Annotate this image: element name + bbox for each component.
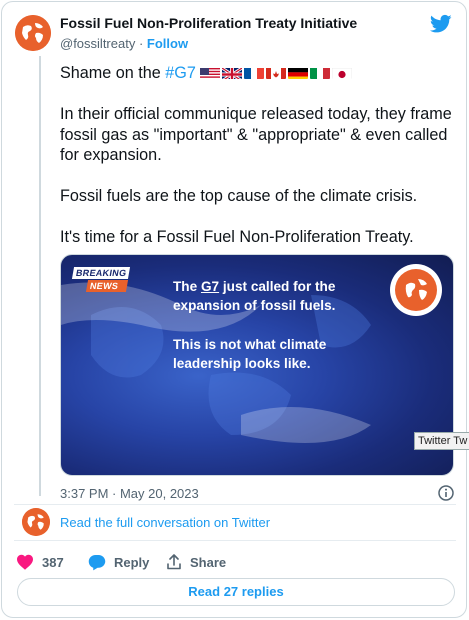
embedded-tweet-card: Fossil Fuel Non-Proliferation Treaty Ini… bbox=[1, 1, 469, 618]
reply-button[interactable]: Reply bbox=[88, 552, 149, 572]
heart-icon bbox=[17, 554, 33, 570]
tweet-line1-prefix: Shame on the bbox=[60, 64, 166, 82]
share-icon bbox=[167, 554, 181, 570]
author-avatar[interactable] bbox=[15, 15, 51, 51]
tweet-line-1: Shame on the #G7 bbox=[60, 63, 452, 84]
share-label: Share bbox=[190, 554, 227, 570]
twitter-bird-icon[interactable] bbox=[430, 14, 452, 34]
reply-label: Reply bbox=[114, 554, 150, 570]
author-meta: @fossiltreaty · Follow bbox=[60, 35, 420, 53]
news-label: NEWS bbox=[85, 280, 129, 292]
globe-logo-icon bbox=[15, 15, 51, 51]
japan-flag-icon bbox=[332, 66, 353, 79]
author-block: Fossil Fuel Non-Proliferation Treaty Ini… bbox=[60, 14, 420, 53]
share-button[interactable]: Share bbox=[166, 552, 226, 572]
author-handle[interactable]: @fossiltreaty bbox=[60, 36, 135, 51]
media-headline: The G7 just called for the expansion of … bbox=[173, 277, 383, 315]
media-headline-prefix: The bbox=[173, 279, 201, 294]
author-name[interactable]: Fossil Fuel Non-Proliferation Treaty Ini… bbox=[60, 14, 420, 32]
us-flag-icon bbox=[200, 66, 221, 79]
conversation-avatar bbox=[22, 508, 50, 536]
tweet-paragraph-2: In their official communique released to… bbox=[60, 105, 452, 164]
hashtag-g7[interactable]: #G7 bbox=[165, 64, 196, 82]
read-replies-button[interactable]: Read 27 replies bbox=[17, 578, 455, 606]
read-conversation-link[interactable]: Read the full conversation on Twitter bbox=[60, 515, 270, 530]
tweet-timestamp[interactable]: 3:37 PM · May 20, 2023 bbox=[60, 486, 199, 501]
like-button[interactable]: 387 bbox=[16, 552, 64, 572]
media-subline: This is not what climate leadership look… bbox=[173, 337, 327, 371]
media-headline-g7: G7 bbox=[200, 279, 220, 294]
divider bbox=[14, 540, 456, 541]
browser-tooltip: Twitter Tw bbox=[414, 432, 469, 450]
follow-button[interactable]: Follow bbox=[147, 36, 188, 51]
tweet-paragraph-3: Fossil fuels are the top cause of the cl… bbox=[60, 187, 418, 205]
treaty-seal-logo-icon bbox=[390, 264, 442, 316]
tweet-paragraph-4: It's time for a Fossil Fuel Non-Prolifer… bbox=[60, 228, 414, 246]
italy-flag-icon bbox=[310, 66, 331, 79]
info-icon[interactable] bbox=[438, 485, 454, 501]
canada-flag-icon bbox=[266, 66, 287, 79]
meta-separator: · bbox=[138, 36, 144, 51]
like-count: 387 bbox=[42, 554, 64, 570]
germany-flag-icon bbox=[288, 66, 309, 79]
breaking-news-badge: BREAKING NEWS bbox=[71, 267, 131, 292]
g7-leaders-photo bbox=[105, 387, 405, 475]
breaking-label: BREAKING bbox=[71, 267, 131, 279]
tweet-text: Shame on the #G7 In their official commu… bbox=[60, 63, 452, 268]
france-flag-icon bbox=[244, 66, 265, 79]
tweet-media-image[interactable]: BREAKING NEWS The G7 just called for the… bbox=[60, 254, 454, 476]
thread-line bbox=[39, 56, 41, 496]
globe-logo-icon bbox=[22, 508, 50, 536]
speech-bubble-icon bbox=[88, 554, 106, 570]
divider bbox=[14, 504, 456, 505]
uk-flag-icon bbox=[222, 66, 243, 79]
